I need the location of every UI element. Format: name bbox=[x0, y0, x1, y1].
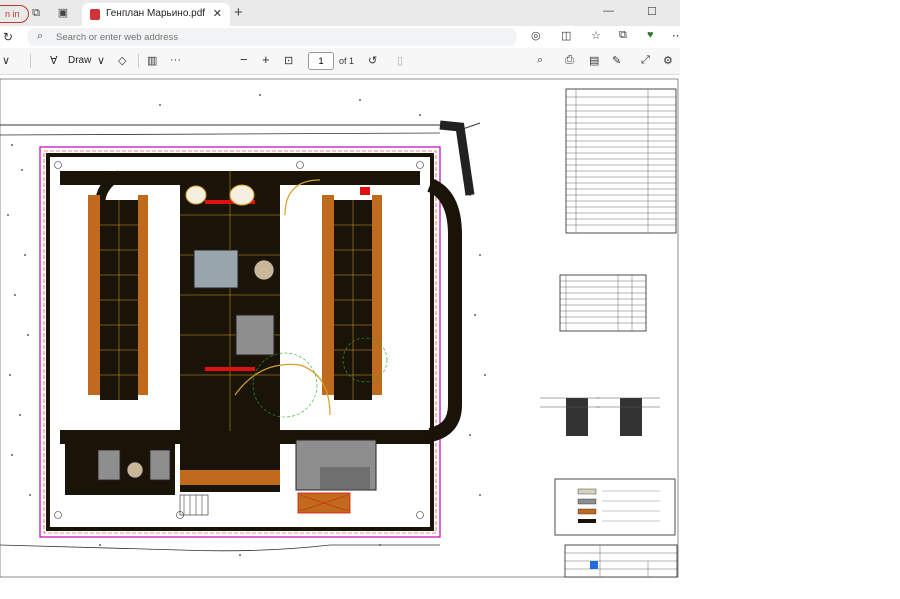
draw-button[interactable]: Draw bbox=[68, 55, 91, 66]
draw-icon[interactable]: ∀ bbox=[50, 54, 58, 67]
sign-in-button[interactable]: n in bbox=[0, 5, 29, 23]
print-icon[interactable]: ⎙ bbox=[565, 54, 574, 67]
find-icon[interactable]: ⌕ bbox=[537, 54, 543, 67]
site-plan-drawing bbox=[0, 75, 680, 579]
save-as-icon[interactable]: ✎ bbox=[612, 54, 621, 67]
tab-bar: n in ⧉ ▣ Генплан Марьино.pdf ✕ + — ☐ bbox=[0, 0, 680, 26]
draw-dropdown-icon[interactable]: ∨ bbox=[97, 54, 105, 67]
zoom-out-button[interactable]: − bbox=[240, 52, 248, 67]
save-icon[interactable]: ▤ bbox=[589, 54, 599, 67]
divider bbox=[30, 54, 31, 68]
browser-window: n in ⧉ ▣ Генплан Марьино.pdf ✕ + — ☐ ↻ ⌕… bbox=[0, 0, 680, 579]
close-tab-icon[interactable]: ✕ bbox=[213, 7, 222, 20]
divider bbox=[138, 54, 139, 68]
settings-more-icon[interactable]: ⋯ bbox=[672, 29, 680, 42]
rotate-icon[interactable]: ↺ bbox=[368, 54, 377, 67]
browser-essentials-icon[interactable]: ♥ bbox=[647, 29, 654, 41]
minimize-icon[interactable]: — bbox=[603, 5, 614, 17]
read-aloud-icon[interactable]: ◎ bbox=[531, 29, 541, 42]
refresh-icon[interactable]: ↻ bbox=[3, 30, 13, 44]
more-tools-button[interactable]: ··· bbox=[170, 54, 181, 66]
highlight-dropdown-icon[interactable]: ∨ bbox=[2, 54, 10, 67]
pdf-viewer[interactable] bbox=[0, 75, 680, 579]
page-number-input[interactable]: 1 bbox=[308, 52, 334, 70]
address-bar[interactable]: ⌕ bbox=[27, 28, 517, 46]
workspaces-icon[interactable]: ⧉ bbox=[30, 7, 42, 19]
zoom-in-button[interactable]: + bbox=[262, 52, 270, 67]
tab-pdf[interactable]: Генплан Марьино.pdf ✕ bbox=[82, 3, 230, 26]
tab-title: Генплан Марьино.pdf bbox=[106, 8, 206, 19]
pdf-toolbar: ∨ ∀ Draw ∨ ◇ ▥ ··· − + ⊡ 1 of 1 ↺ ▯ ⌕ ⎙ … bbox=[0, 48, 680, 75]
new-tab-button[interactable]: + bbox=[234, 4, 243, 21]
page-layout-icon[interactable]: ▯ bbox=[397, 54, 403, 67]
maximize-icon[interactable]: ☐ bbox=[647, 5, 657, 18]
pdf-settings-icon[interactable]: ⚙ bbox=[663, 54, 673, 67]
address-input[interactable] bbox=[56, 30, 496, 44]
fullscreen-icon[interactable]: ⤢ bbox=[641, 54, 650, 67]
pdf-file-icon bbox=[90, 9, 100, 20]
tab-actions-icon[interactable]: ▣ bbox=[57, 7, 69, 19]
address-row: ↻ ⌕ bbox=[0, 26, 680, 48]
fit-page-icon[interactable]: ⊡ bbox=[284, 54, 293, 67]
favorite-star-icon[interactable]: ☆ bbox=[591, 29, 601, 42]
eraser-icon[interactable]: ◇ bbox=[118, 54, 126, 67]
page-view-icon[interactable]: ▥ bbox=[147, 54, 157, 67]
page-count: of 1 bbox=[339, 56, 355, 66]
search-icon: ⌕ bbox=[37, 30, 44, 42]
collections-icon[interactable]: ⧉ bbox=[619, 29, 627, 42]
split-screen-icon[interactable]: ◫ bbox=[561, 29, 571, 42]
